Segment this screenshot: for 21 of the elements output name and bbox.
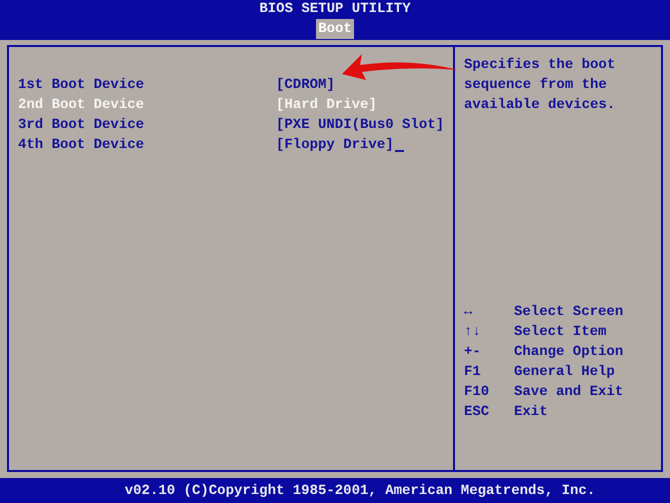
setting-label[interactable]: 4th Boot Device xyxy=(18,135,276,155)
key-description: Change Option xyxy=(514,343,624,362)
key-label: ESC xyxy=(464,403,490,422)
window-title: BIOS SETUP UTILITY xyxy=(259,1,411,17)
key-label: F10 xyxy=(464,383,490,402)
key-description: Select Screen xyxy=(514,303,624,322)
key-label: F1 xyxy=(464,363,482,382)
key-label: ↑↓ xyxy=(464,323,482,342)
key-label: +- xyxy=(464,343,482,362)
key-description: Exit xyxy=(514,403,548,422)
copyright-text: v02.10 (C)Copyright 1985-2001, American Megatrends, Inc. xyxy=(124,482,596,498)
key-description: Save and Exit xyxy=(514,383,624,402)
setting-value[interactable]: [PXE UNDI(Bus0 Slot] xyxy=(276,115,444,135)
help-text: Specifies the boot sequence from the available devices. xyxy=(464,56,616,115)
setting-value[interactable]: [CDROM] xyxy=(276,75,335,95)
setting-label[interactable]: 3rd Boot Device xyxy=(18,115,276,135)
key-label: ↔ xyxy=(464,303,474,322)
setting-label[interactable]: 1st Boot Device xyxy=(18,75,276,95)
setting-value[interactable]: [Floppy Drive] xyxy=(276,135,394,155)
key-description: Select Item xyxy=(514,323,606,342)
key-description: General Help xyxy=(514,363,615,382)
